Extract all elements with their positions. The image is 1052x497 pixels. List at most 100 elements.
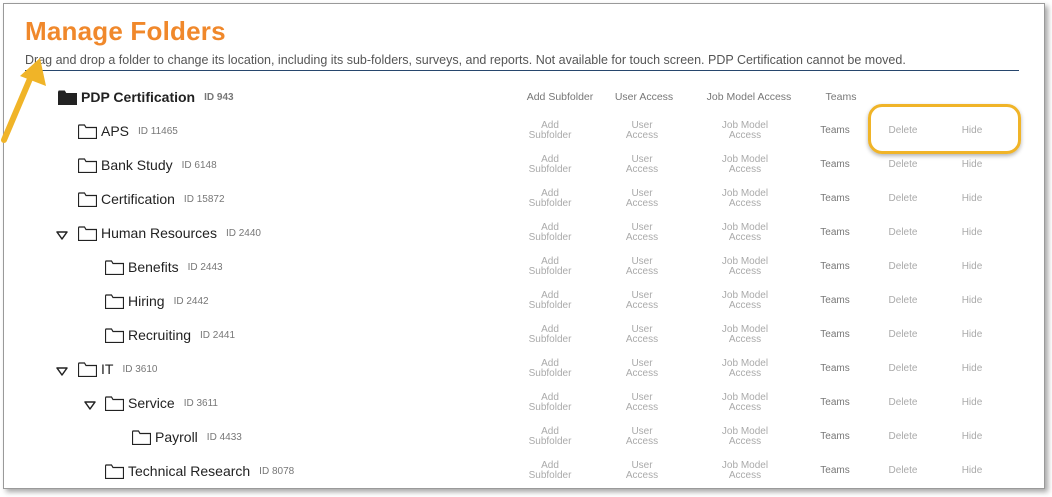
job-model-access-button[interactable]: Job Model Access <box>709 325 781 345</box>
delete-button[interactable]: Delete <box>880 182 926 216</box>
caret-down-icon[interactable] <box>84 398 96 410</box>
user-access-button[interactable]: User Access <box>614 393 670 413</box>
folder-icon <box>58 90 77 105</box>
folder-name: Human Resources <box>101 225 217 241</box>
add-subfolder-line2: Subfolder <box>528 198 572 209</box>
folder-row: Payroll ID 4433 Add Subfolder User Access Job … <box>4 420 1044 454</box>
hide-button[interactable]: Hide <box>952 386 992 420</box>
hide-button[interactable]: Hide <box>952 216 992 250</box>
delete-button[interactable]: Delete <box>880 352 926 386</box>
folder-id: ID 2443 <box>187 261 223 273</box>
job-model-access-button[interactable]: Job Model Access <box>709 257 781 277</box>
teams-button[interactable]: Teams <box>812 216 858 250</box>
delete-hide-callout <box>868 104 1021 154</box>
hide-button[interactable]: Hide <box>952 182 992 216</box>
job-model-access-button[interactable]: Job Model Access <box>709 223 781 243</box>
teams-button[interactable]: Teams <box>812 420 858 454</box>
folder-item[interactable]: Certification ID 15872 <box>78 182 225 216</box>
user-access-button[interactable]: User Access <box>614 461 670 481</box>
delete-button[interactable]: Delete <box>880 386 926 420</box>
add-subfolder-button[interactable]: Add Subfolder <box>520 189 580 209</box>
folder-item[interactable]: Hiring ID 2442 <box>105 284 209 318</box>
folder-row: Benefits ID 2443 Add Subfolder User Access Job… <box>4 250 1044 284</box>
job-model-access-button[interactable]: Job Model Access <box>709 427 781 447</box>
folder-name: Bank Study <box>101 157 173 173</box>
add-subfolder-button[interactable]: Add Subfolder <box>520 427 580 447</box>
add-subfolder-button[interactable]: Add Subfolder <box>520 461 580 481</box>
teams-button[interactable]: Teams <box>812 250 858 284</box>
delete-button[interactable]: Delete <box>880 250 926 284</box>
add-subfolder-button[interactable]: Add Subfolder <box>520 223 580 243</box>
folder-name: Technical Research <box>128 463 251 479</box>
add-subfolder-button[interactable]: Add Subfolder <box>520 155 580 175</box>
user-access-button[interactable]: User Access <box>614 189 670 209</box>
folder-item[interactable]: Benefits ID 2443 <box>105 250 223 284</box>
add-subfolder-button[interactable]: Add Subfolder <box>520 393 580 413</box>
user-access-button[interactable]: User Access <box>614 121 670 141</box>
job-model-access-button[interactable]: Job Model Access <box>709 393 781 413</box>
teams-button[interactable]: Teams <box>812 182 858 216</box>
folder-id: ID 6148 <box>181 159 217 171</box>
folder-id: ID 15872 <box>183 193 225 205</box>
hide-button[interactable]: Hide <box>952 250 992 284</box>
user-access-button[interactable]: User Access <box>614 291 670 311</box>
folder-item[interactable]: Service ID 3611 <box>105 386 218 420</box>
delete-button[interactable]: Delete <box>880 454 926 488</box>
folder-item[interactable]: Human Resources ID 2440 <box>78 216 261 250</box>
user-access-button[interactable]: User Access <box>614 155 670 175</box>
job-model-access-button[interactable]: Job Model Access <box>709 121 781 141</box>
delete-button[interactable]: Delete <box>880 420 926 454</box>
folder-id: ID 8078 <box>259 465 295 477</box>
job-model-access-button[interactable]: Job Model Access <box>709 291 781 311</box>
job-model-line2: Access <box>728 164 762 175</box>
teams-button[interactable]: Teams <box>812 454 858 488</box>
hide-button[interactable]: Hide <box>952 454 992 488</box>
hide-button[interactable]: Hide <box>952 284 992 318</box>
folder-item[interactable]: Payroll ID 4433 <box>132 420 242 454</box>
hide-button[interactable]: Hide <box>952 318 992 352</box>
user-access-button[interactable]: User Access <box>614 427 670 447</box>
add-subfolder-button[interactable]: Add Subfolder <box>520 291 580 311</box>
add-subfolder-button[interactable]: Add Subfolder <box>520 325 580 345</box>
folder-icon <box>78 191 97 207</box>
add-subfolder-button[interactable]: Add Subfolder <box>520 121 580 141</box>
job-model-access-button[interactable]: Job Model Access <box>709 359 781 379</box>
delete-button[interactable]: Delete <box>880 284 926 318</box>
user-access-button[interactable]: User Access <box>614 359 670 379</box>
hide-button[interactable]: Hide <box>952 420 992 454</box>
user-access-button[interactable]: User Access <box>614 223 670 243</box>
add-subfolder-button[interactable]: Add Subfolder <box>520 359 580 379</box>
teams-button[interactable]: Teams <box>812 284 858 318</box>
folder-name: Certification <box>101 191 175 207</box>
job-model-access-button[interactable]: Job Model Access <box>709 461 781 481</box>
user-access-button[interactable]: User Access <box>614 257 670 277</box>
teams-button[interactable]: Teams <box>812 352 858 386</box>
folder-item[interactable]: APS ID 11465 <box>78 114 178 148</box>
user-access-line2: Access <box>625 368 659 379</box>
teams-button[interactable]: Teams <box>812 386 858 420</box>
folder-item[interactable]: Recruiting ID 2441 <box>105 318 235 352</box>
caret-down-icon[interactable] <box>56 228 68 240</box>
delete-button[interactable]: Delete <box>880 216 926 250</box>
user-access-button[interactable]: User Access <box>614 325 670 345</box>
folder-item[interactable]: Bank Study ID 6148 <box>78 148 217 182</box>
teams-button[interactable]: Teams <box>812 114 858 148</box>
root-folder[interactable]: PDP Certification ID 943 <box>58 80 234 114</box>
hide-button[interactable]: Hide <box>952 352 992 386</box>
job-model-access-button[interactable]: Job Model Access <box>709 189 781 209</box>
folder-item[interactable]: Technical Research ID 8078 <box>105 454 294 488</box>
add-subfolder-line2: Subfolder <box>528 402 572 413</box>
teams-button[interactable]: Teams <box>812 318 858 352</box>
user-access-line2: Access <box>625 164 659 175</box>
folder-item[interactable]: IT ID 3610 <box>78 352 157 386</box>
folder-icon <box>132 429 151 445</box>
header-add-subfolder: Add Subfolder <box>526 91 594 103</box>
add-subfolder-button[interactable]: Add Subfolder <box>520 257 580 277</box>
folder-id: ID 11465 <box>138 125 178 137</box>
delete-button[interactable]: Delete <box>880 318 926 352</box>
job-model-access-button[interactable]: Job Model Access <box>709 155 781 175</box>
teams-button[interactable]: Teams <box>812 148 858 182</box>
caret-down-icon[interactable] <box>56 364 68 376</box>
job-model-line2: Access <box>728 334 762 345</box>
add-subfolder-line2: Subfolder <box>528 232 572 243</box>
